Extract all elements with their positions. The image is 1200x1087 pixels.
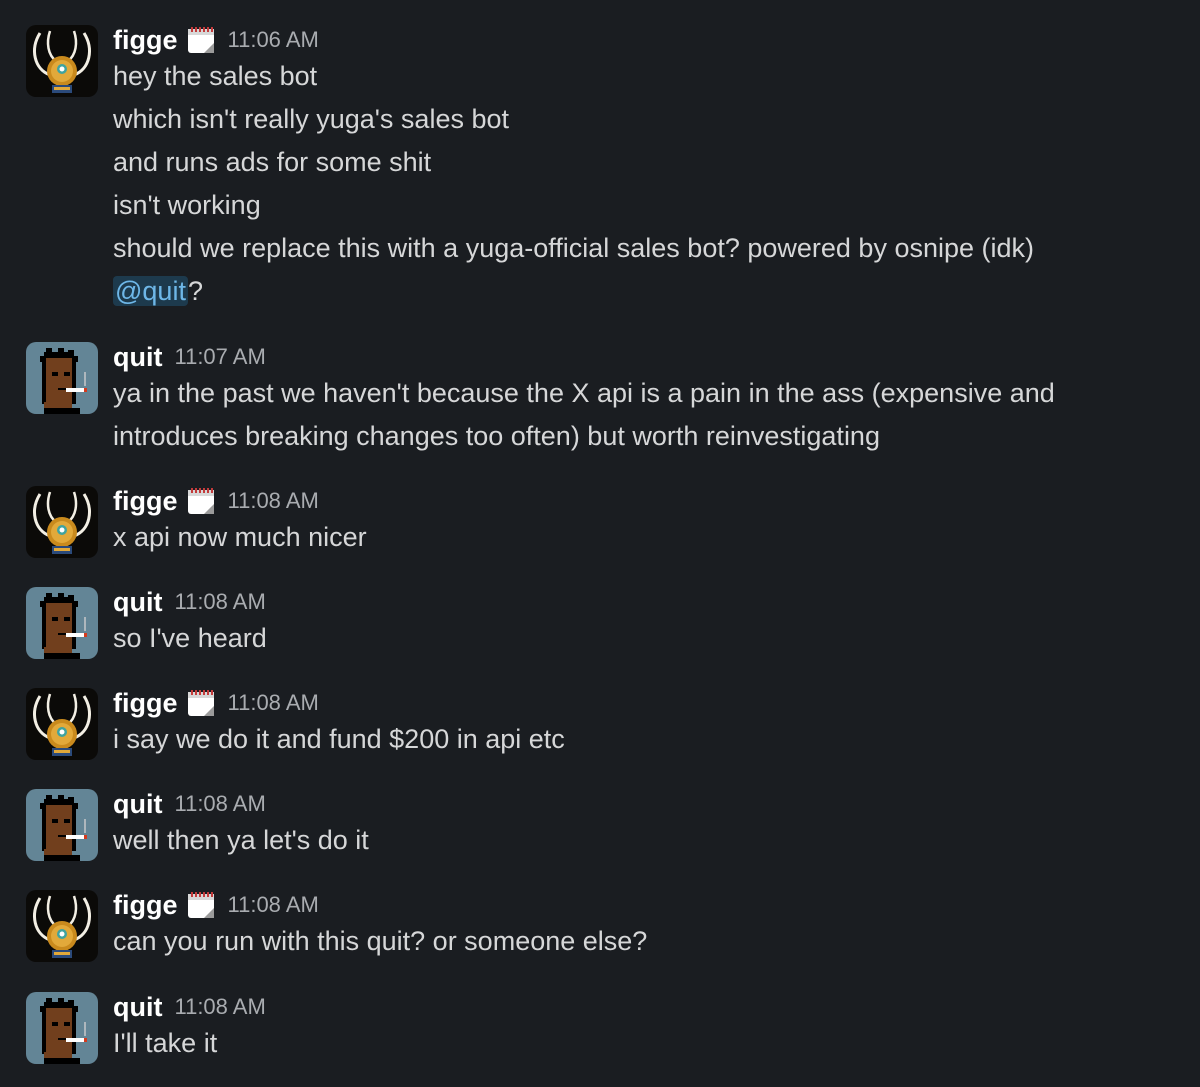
message-header: quit 11:08 AM [113,789,1180,819]
timestamp[interactable]: 11:06 AM [228,27,319,52]
avatar[interactable] [26,587,98,659]
avatar[interactable] [26,486,98,558]
author-name[interactable]: figge [113,25,178,55]
avatar[interactable] [26,25,98,97]
message-line: can you run with this quit? or someone e… [113,926,648,956]
calendar-icon[interactable] [186,25,216,55]
avatar[interactable] [26,890,98,962]
message-line: and runs ads for some shit [113,147,432,177]
author-name[interactable]: quit [113,587,162,617]
avatar[interactable] [26,789,98,861]
message-line: @quit? [113,270,1180,313]
timestamp[interactable]: 11:08 AM [174,589,265,614]
message-line: I'll take it [113,1028,218,1058]
author-name[interactable]: figge [113,890,178,920]
message-line: so I've heard [113,623,267,653]
avatar[interactable] [26,992,98,1064]
message-header: figge 11:08 AM [113,486,1180,516]
timestamp[interactable]: 11:08 AM [228,892,319,917]
message-header: quit 11:07 AM [113,342,1180,372]
message-line: well then ya let's do it [113,825,369,855]
message-header: figge 11:06 AM [113,25,1180,55]
author-name[interactable]: quit [113,342,162,372]
message-content: figge 11:08 AM can you run with this quit… [113,890,1180,963]
calendar-icon[interactable] [186,486,216,516]
timestamp[interactable]: 11:08 AM [228,690,319,715]
message-content: quit 11:08 AM I'll take it [113,992,1180,1065]
avatar[interactable] [26,688,98,760]
message-header: quit 11:08 AM [113,992,1180,1022]
message-line: ya in the past we haven't because the X … [113,378,1055,408]
message-line: isn't working [113,190,261,220]
message-header: figge 11:08 AM [113,688,1180,718]
user-mention[interactable]: @quit [113,276,188,306]
message-content: quit 11:08 AM so I've heard [113,587,1180,660]
message-content: quit 11:08 AM well then ya let's do it [113,789,1180,862]
calendar-icon[interactable] [186,890,216,920]
author-name[interactable]: quit [113,992,162,1022]
message-line: should we replace this with a yuga-offic… [113,233,1035,263]
author-name[interactable]: figge [113,486,178,516]
message-line: i say we do it and fund $200 in api etc [113,724,565,754]
calendar-icon[interactable] [186,688,216,718]
message-content: figge 11:08 AM x api now much nicer [113,486,1180,559]
message-line: hey the sales bot [113,61,318,91]
message-line: which isn't really yuga's sales bot [113,104,509,134]
timestamp[interactable]: 11:07 AM [174,344,265,369]
message-header: figge 11:08 AM [113,890,1180,920]
message-content: figge 11:08 AM i say we do it and fund $2… [113,688,1180,761]
timestamp[interactable]: 11:08 AM [228,488,319,513]
timestamp[interactable]: 11:08 AM [174,791,265,816]
message-list: figge 11:06 AM hey the sales bot which is… [0,0,1200,1087]
message-line: x api now much nicer [113,522,367,552]
author-name[interactable]: figge [113,688,178,718]
message-content: quit 11:07 AM ya in the past we haven't b… [113,342,1180,458]
author-name[interactable]: quit [113,789,162,819]
message-content: figge 11:06 AM hey the sales bot which is… [113,25,1180,313]
avatar[interactable] [26,342,98,414]
message-header: quit 11:08 AM [113,587,1180,617]
timestamp[interactable]: 11:08 AM [174,994,265,1019]
mention-suffix: ? [187,276,203,306]
message-line: introduces breaking changes too often) b… [113,421,880,451]
